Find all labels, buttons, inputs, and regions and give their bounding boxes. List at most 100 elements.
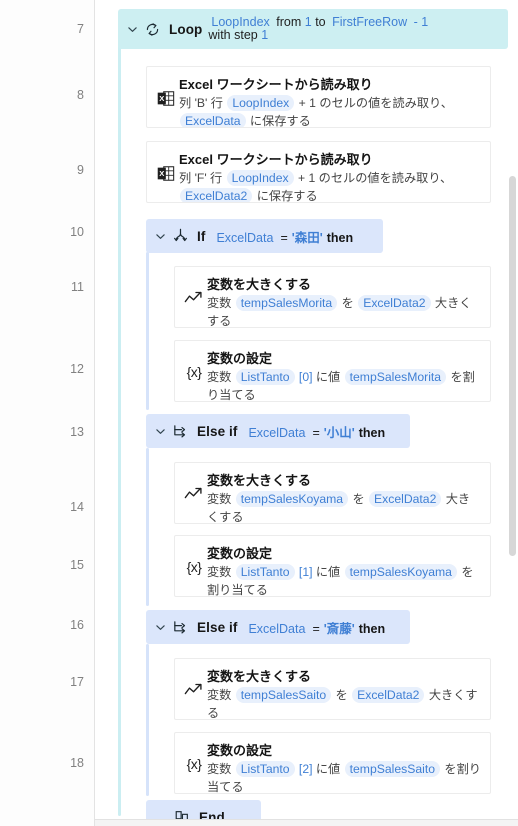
variable-token[interactable]: ExcelData2 [358, 295, 431, 311]
chevron-down-icon[interactable] [152, 228, 168, 244]
action-step-title: 変数の設定 [207, 743, 273, 758]
variable-token[interactable]: LoopIndex [227, 95, 295, 111]
action-step-body: 変数の設定 変数 ListTanto [0] に値 tempSalesMorita… [207, 350, 482, 401]
else-if-branch-icon [170, 421, 190, 441]
line-number: 10 [70, 225, 84, 239]
variable-token[interactable]: ExcelData [180, 113, 246, 127]
vertical-scrollbar-thumb[interactable] [509, 176, 516, 556]
canvas-bottom-edge [95, 819, 518, 826]
description-text: 変数 [207, 565, 235, 579]
description-text: に保存する [246, 114, 311, 128]
line-number: 14 [70, 500, 84, 514]
condition-operator: = [280, 230, 288, 245]
description-text: に値 [315, 565, 344, 579]
condition-block-header[interactable]: Else if ExcelData = '小山' then [146, 414, 410, 448]
action-step-card[interactable]: {x} 変数の設定 変数 ListTanto [1] に値 tempSalesKoy… [174, 535, 491, 597]
condition-variable[interactable]: ExcelData [213, 231, 276, 245]
action-step-title: 変数を大きくする [207, 473, 312, 488]
loop-parameters: LoopIndex from 1 to FirstFreeRow - 1 wit… [208, 16, 428, 42]
variable-token[interactable]: ListTanto [235, 564, 295, 580]
action-step-card[interactable]: X Excel ワークシートから読み取り列 'B' 行 LoopIndex + 1… [146, 66, 491, 128]
loop-indent-rail [118, 44, 121, 816]
loop-keyword: Loop [169, 21, 203, 37]
set-variable-icon: {x} [186, 364, 202, 380]
variable-token[interactable]: tempSalesSaito [344, 761, 441, 777]
variable-token[interactable]: tempSalesMorita [344, 369, 447, 385]
line-number-gutter: 7 8 9 10 11 12 13 14 15 16 17 18 [0, 0, 95, 826]
action-step-description: 変数 tempSalesMorita を ExcelData2 大きくする [207, 294, 482, 327]
chevron-down-icon[interactable] [152, 619, 168, 635]
condition-operator: = [312, 425, 320, 440]
condition-operator: = [312, 621, 320, 636]
action-step-body: Excel ワークシートから読み取り列 'B' 行 LoopIndex + 1 … [179, 76, 482, 128]
line-number: 9 [77, 163, 84, 177]
condition-then-keyword: then [358, 425, 386, 440]
loop-index-variable[interactable]: LoopIndex [208, 15, 272, 29]
action-step-title: 変数の設定 [207, 351, 273, 366]
description-text: に値 [315, 762, 344, 776]
condition-expression: ExcelData = '斎藤' then [245, 618, 385, 637]
variable-token[interactable]: ListTanto [235, 369, 295, 385]
action-step-body: 変数を大きくする変数 tempSalesKoyama を ExcelData2 … [207, 472, 482, 523]
line-number: 16 [70, 618, 84, 632]
description-text: 変数 [207, 296, 235, 310]
action-step-card[interactable]: 変数を大きくする 変数 tempSalesMorita を ExcelData2 … [174, 266, 491, 328]
if-branch-icon [170, 226, 190, 246]
condition-variable[interactable]: ExcelData [245, 622, 308, 636]
action-step-body: 変数を大きくする 変数 tempSalesSaito を ExcelData2 大… [207, 668, 482, 719]
loop-to-label: to [315, 15, 326, 29]
action-step-card[interactable]: 変数を大きくする 変数 tempSalesSaito を ExcelData2 大… [174, 658, 491, 720]
condition-block-header[interactable]: If ExcelData = '森田' then [146, 219, 383, 253]
line-number: 7 [77, 22, 84, 36]
loop-from-value: 1 [304, 15, 312, 29]
variable-token[interactable]: ExcelData2 [180, 188, 253, 202]
description-text: に保存する [253, 189, 318, 203]
if-indent-rail-3 [146, 644, 149, 796]
condition-literal: '森田' [291, 230, 323, 245]
variable-token[interactable]: tempSalesSaito [235, 687, 332, 703]
description-text: 列 'B' 行 [179, 96, 227, 110]
description-text: を [349, 492, 369, 506]
description-text: 変数 [207, 688, 235, 702]
svg-text:X: X [159, 94, 165, 103]
line-number: 17 [70, 675, 84, 689]
loop-block-header[interactable]: Loop LoopIndex from 1 to FirstFreeRow - … [118, 9, 508, 49]
condition-literal: '小山' [323, 425, 355, 440]
action-step-card[interactable]: 変数を大きくする変数 tempSalesKoyama を ExcelData2 … [174, 462, 491, 524]
line-number: 13 [70, 425, 84, 439]
condition-variable[interactable]: ExcelData [245, 426, 308, 440]
variable-token[interactable]: tempSalesMorita [235, 295, 338, 311]
loop-minus-one: - 1 [413, 15, 429, 29]
line-number: 11 [71, 280, 84, 294]
variable-token[interactable]: ExcelData2 [352, 687, 425, 703]
chevron-down-icon[interactable] [152, 423, 168, 439]
action-step-card[interactable]: {x} 変数の設定 変数 ListTanto [0] に値 tempSalesMor… [174, 340, 491, 402]
variable-token[interactable]: tempSalesKoyama [344, 564, 457, 580]
action-step-description: 変数 ListTanto [2] に値 tempSalesSaito を割り当て… [207, 760, 482, 793]
flow-step-list[interactable]: Loop LoopIndex from 1 to FirstFreeRow - … [95, 0, 518, 826]
description-text: を [332, 688, 352, 702]
action-step-description: 変数 tempSalesKoyama を ExcelData2 大きくする [207, 490, 482, 523]
chevron-down-icon[interactable] [124, 21, 140, 37]
condition-block-header[interactable]: Else if ExcelData = '斎藤' then [146, 610, 410, 644]
condition-expression: ExcelData = '森田' then [213, 227, 353, 246]
else-if-branch-icon [170, 617, 190, 637]
action-step-body: 変数の設定変数 ListTanto [2] に値 tempSalesSaito … [207, 742, 482, 793]
action-step-card[interactable]: X Excel ワークシートから読み取り列 'F' 行 LoopIndex + 1… [146, 141, 491, 203]
loop-to-variable[interactable]: FirstFreeRow [329, 15, 410, 29]
variable-token[interactable]: LoopIndex [226, 170, 294, 186]
action-step-body: Excel ワークシートから読み取り列 'F' 行 LoopIndex + 1 … [179, 151, 482, 203]
action-step-body: 変数を大きくする 変数 tempSalesMorita を ExcelData2 … [207, 276, 482, 327]
increase-variable-icon [181, 668, 207, 697]
if-indent-rail-1 [146, 252, 149, 410]
vertical-scrollbar[interactable] [502, 0, 518, 826]
line-number: 8 [77, 88, 84, 102]
variable-token[interactable]: ExcelData2 [369, 491, 442, 507]
condition-keyword: Else if [197, 423, 238, 439]
action-step-card[interactable]: {x} 変数の設定 変数 ListTanto [2] に値 tempSalesSai… [174, 732, 491, 794]
condition-literal: '斎藤' [323, 621, 355, 636]
variable-token[interactable]: tempSalesKoyama [235, 491, 349, 507]
action-step-title: Excel ワークシートから読み取り [179, 77, 373, 92]
if-indent-rail-2 [146, 448, 149, 606]
variable-token[interactable]: ListTanto [235, 761, 295, 777]
